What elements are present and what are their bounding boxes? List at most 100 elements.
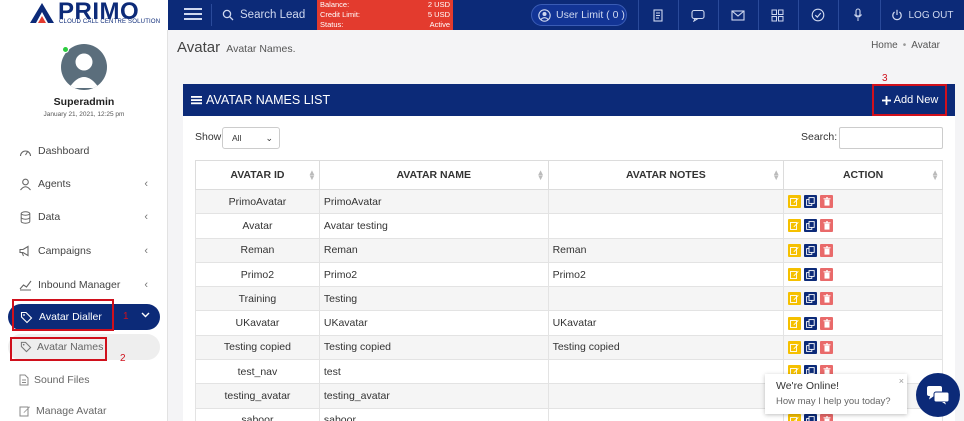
edit-button[interactable] <box>788 316 802 330</box>
copy-button[interactable] <box>804 243 818 257</box>
copy-button[interactable] <box>804 219 818 233</box>
chat-icon[interactable] <box>678 0 716 30</box>
sidebar-item-label: Campaigns <box>38 245 92 257</box>
breadcrumb-home[interactable]: Home <box>871 40 898 51</box>
copy-button[interactable] <box>804 195 818 209</box>
edit-button[interactable] <box>788 243 802 257</box>
delete-button[interactable] <box>820 195 834 209</box>
copy-button[interactable] <box>804 268 818 282</box>
balance-panel: Balance: 2 USD Credit Limit: 5 USD Status:… <box>317 0 453 30</box>
hamburger-menu-icon[interactable] <box>182 5 204 25</box>
sidebar-subitem-label: Manage Avatar <box>36 405 107 417</box>
balance-label: Balance: <box>320 0 350 9</box>
list-icon <box>191 96 202 105</box>
cell-actions <box>783 261 943 288</box>
delete-button[interactable] <box>820 316 834 330</box>
edit-button[interactable] <box>788 219 802 233</box>
credit-limit-value: 5 USD <box>427 10 450 19</box>
table-header-row: AVATAR ID ▲ ▼ AVATAR NAME ▲ ▼ AVATAR NOTES ▲ ▼… <box>195 160 943 190</box>
cell-avatar-id: Testing copied <box>195 334 320 361</box>
copy-button[interactable] <box>804 340 818 354</box>
page-subtitle: Avatar Names. <box>226 43 296 55</box>
chat-launcher-button[interactable] <box>916 373 960 417</box>
document-icon[interactable] <box>638 0 676 30</box>
chevron-left-icon: ‹ <box>144 178 148 190</box>
cell-avatar-notes: UKavatar <box>547 310 785 336</box>
user-limit-button[interactable]: User Limit ( 0 ) <box>531 4 627 26</box>
column-header-avatar-notes[interactable]: AVATAR NOTES ▲ ▼ <box>547 160 785 190</box>
brand-logo[interactable]: PRIMO CLOUD CALL CENTRE SOLUTION <box>0 0 168 30</box>
delete-button[interactable] <box>820 219 834 233</box>
cell-avatar-notes <box>547 359 785 385</box>
edit-button[interactable] <box>788 292 802 306</box>
cell-avatar-id: UKavatar <box>195 310 320 336</box>
table-search-input[interactable] <box>839 127 943 149</box>
brand-tagline: CLOUD CALL CENTRE SOLUTION <box>59 19 161 25</box>
status-value: Active <box>429 20 450 29</box>
sidebar-subitem-manage-avatar[interactable]: Manage Avatar <box>0 400 168 421</box>
sidebar-item-agents[interactable]: Agents ‹ <box>0 171 168 197</box>
cell-avatar-id: Training <box>195 286 320 312</box>
edit-icon <box>19 405 31 417</box>
mail-icon[interactable] <box>718 0 756 30</box>
breadcrumb-current: Avatar <box>911 40 940 51</box>
annotation-number-1: 1 <box>123 311 129 322</box>
sidebar-subitem-sound-files[interactable]: Sound Files <box>0 369 168 391</box>
page-title-text: Avatar <box>177 39 221 56</box>
edit-button[interactable] <box>788 195 802 209</box>
show-entries-select[interactable]: All ⌄ <box>222 127 280 149</box>
chat-popup[interactable]: We're Online! How may I help you today? … <box>765 374 907 414</box>
microphone-icon[interactable] <box>838 0 876 30</box>
annotation-box-2 <box>10 337 107 361</box>
cell-avatar-id: Primo2 <box>195 261 320 288</box>
sidebar-item-dashboard[interactable]: Dashboard <box>0 138 168 164</box>
sidebar-item-inbound-manager[interactable]: Inbound Manager ‹ <box>0 272 168 298</box>
page-title: Avatar Avatar Names. <box>177 39 296 56</box>
column-label: AVATAR NAME <box>396 169 471 181</box>
cell-avatar-notes <box>547 286 785 312</box>
copy-button[interactable] <box>804 413 818 421</box>
search-lead-field[interactable]: Search Lead <box>222 5 305 25</box>
annotation-number-3: 3 <box>882 73 888 84</box>
delete-button[interactable] <box>820 243 834 257</box>
logout-button[interactable]: LOG OUT <box>880 0 964 30</box>
column-label: ACTION <box>842 169 884 181</box>
check-icon[interactable] <box>798 0 836 30</box>
edit-button[interactable] <box>788 340 802 354</box>
cell-avatar-id: test_nav <box>195 359 320 385</box>
table-row: UKavatar UKavatar UKavatar <box>195 310 943 336</box>
delete-button[interactable] <box>820 292 834 306</box>
edit-button[interactable] <box>788 268 802 282</box>
divider <box>211 4 212 26</box>
table-search-label: Search: <box>801 131 838 143</box>
sort-icon: ▲ ▼ <box>307 168 316 182</box>
column-header-action[interactable]: ACTION ▲ ▼ <box>783 160 943 190</box>
chat-line-2: How may I help you today? <box>776 396 891 407</box>
sidebar-item-label: Data <box>38 211 61 223</box>
column-header-avatar-id[interactable]: AVATAR ID ▲ ▼ <box>195 160 320 190</box>
cell-avatar-notes <box>547 407 785 421</box>
delete-button[interactable] <box>820 268 834 282</box>
table-row: Avatar Avatar testing <box>195 213 943 239</box>
edit-button[interactable] <box>788 413 802 421</box>
sidebar-item-label: Agents <box>38 178 71 190</box>
user-datetime: January 21, 2021, 12:25 pm <box>43 111 125 118</box>
copy-button[interactable] <box>804 292 818 306</box>
close-icon[interactable]: × <box>899 376 904 386</box>
delete-button[interactable] <box>820 340 834 354</box>
cell-avatar-name: Primo2 <box>318 261 549 288</box>
copy-button[interactable] <box>804 316 818 330</box>
online-status-dot <box>62 46 69 53</box>
database-icon <box>18 210 32 224</box>
show-entries-label: Show <box>195 131 222 143</box>
cell-avatar-name: Reman <box>318 237 549 263</box>
sidebar-item-campaigns[interactable]: Campaigns ‹ <box>0 238 168 264</box>
sidebar-item-label: Dashboard <box>38 145 90 157</box>
grid-icon[interactable] <box>758 0 796 30</box>
cell-avatar-notes: Primo2 <box>547 261 785 288</box>
status-row: Status: Active <box>320 20 450 30</box>
column-header-avatar-name[interactable]: AVATAR NAME ▲ ▼ <box>318 160 549 190</box>
panel-title: AVATAR NAMES LIST <box>206 93 331 107</box>
sidebar-item-data[interactable]: Data ‹ <box>0 204 168 230</box>
delete-button[interactable] <box>820 413 834 421</box>
